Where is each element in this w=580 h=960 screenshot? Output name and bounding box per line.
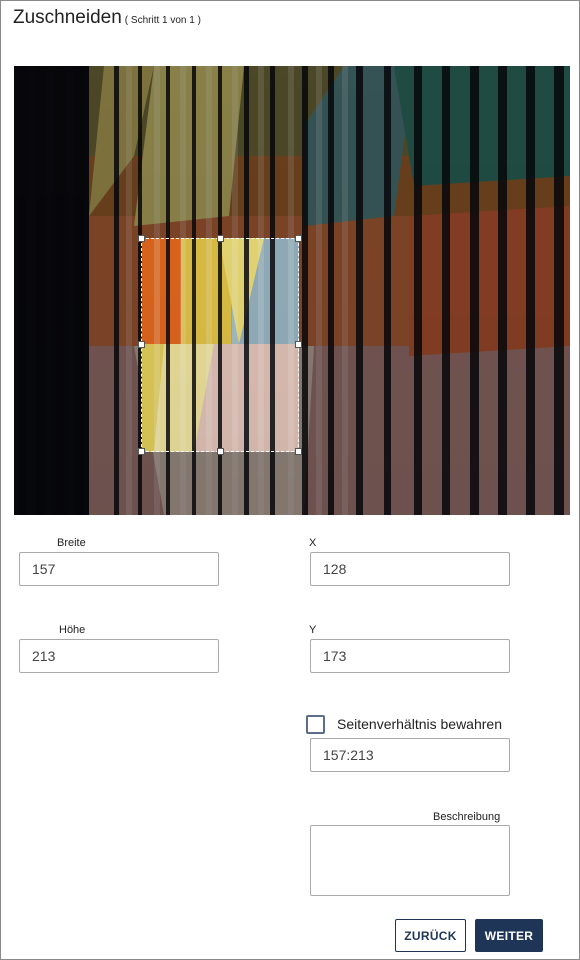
y-label: Y: [309, 624, 317, 636]
keep-aspect-label[interactable]: Seitenverhältnis bewahren: [337, 716, 502, 732]
crop-handle-top-right[interactable]: [295, 235, 302, 242]
crop-handle-left[interactable]: [138, 341, 145, 348]
dialog-title: Zuschneiden( Schritt 1 von 1 ): [13, 7, 201, 29]
step-indicator: ( Schritt 1 von 1 ): [124, 15, 201, 26]
crop-handle-bottom[interactable]: [217, 448, 224, 455]
crop-selection[interactable]: [138, 235, 302, 455]
dialog-title-text: Zuschneiden: [13, 7, 122, 28]
y-input[interactable]: 173: [310, 639, 510, 673]
crop-handle-bottom-right[interactable]: [295, 448, 302, 455]
height-label: Höhe: [59, 624, 86, 636]
x-input[interactable]: 128: [310, 552, 510, 586]
width-label: Breite: [57, 537, 86, 549]
description-textarea[interactable]: [310, 825, 510, 896]
back-button[interactable]: ZURÜCK: [395, 919, 466, 952]
crop-handle-bottom-left[interactable]: [138, 448, 145, 455]
crop-handle-top[interactable]: [217, 235, 224, 242]
crop-image-area[interactable]: [14, 66, 570, 515]
crop-dialog: Zuschneiden( Schritt 1 von 1 ) Breite 15…: [0, 0, 580, 960]
crop-handle-right[interactable]: [295, 341, 302, 348]
aspect-ratio-input[interactable]: 157:213: [310, 738, 510, 772]
next-button[interactable]: WEITER: [475, 919, 543, 952]
keep-aspect-checkbox[interactable]: [306, 715, 325, 734]
x-label: X: [309, 537, 317, 549]
height-input[interactable]: 213: [19, 639, 219, 673]
crop-handle-top-left[interactable]: [138, 235, 145, 242]
width-input[interactable]: 157: [19, 552, 219, 586]
description-label: Beschreibung: [433, 811, 501, 823]
